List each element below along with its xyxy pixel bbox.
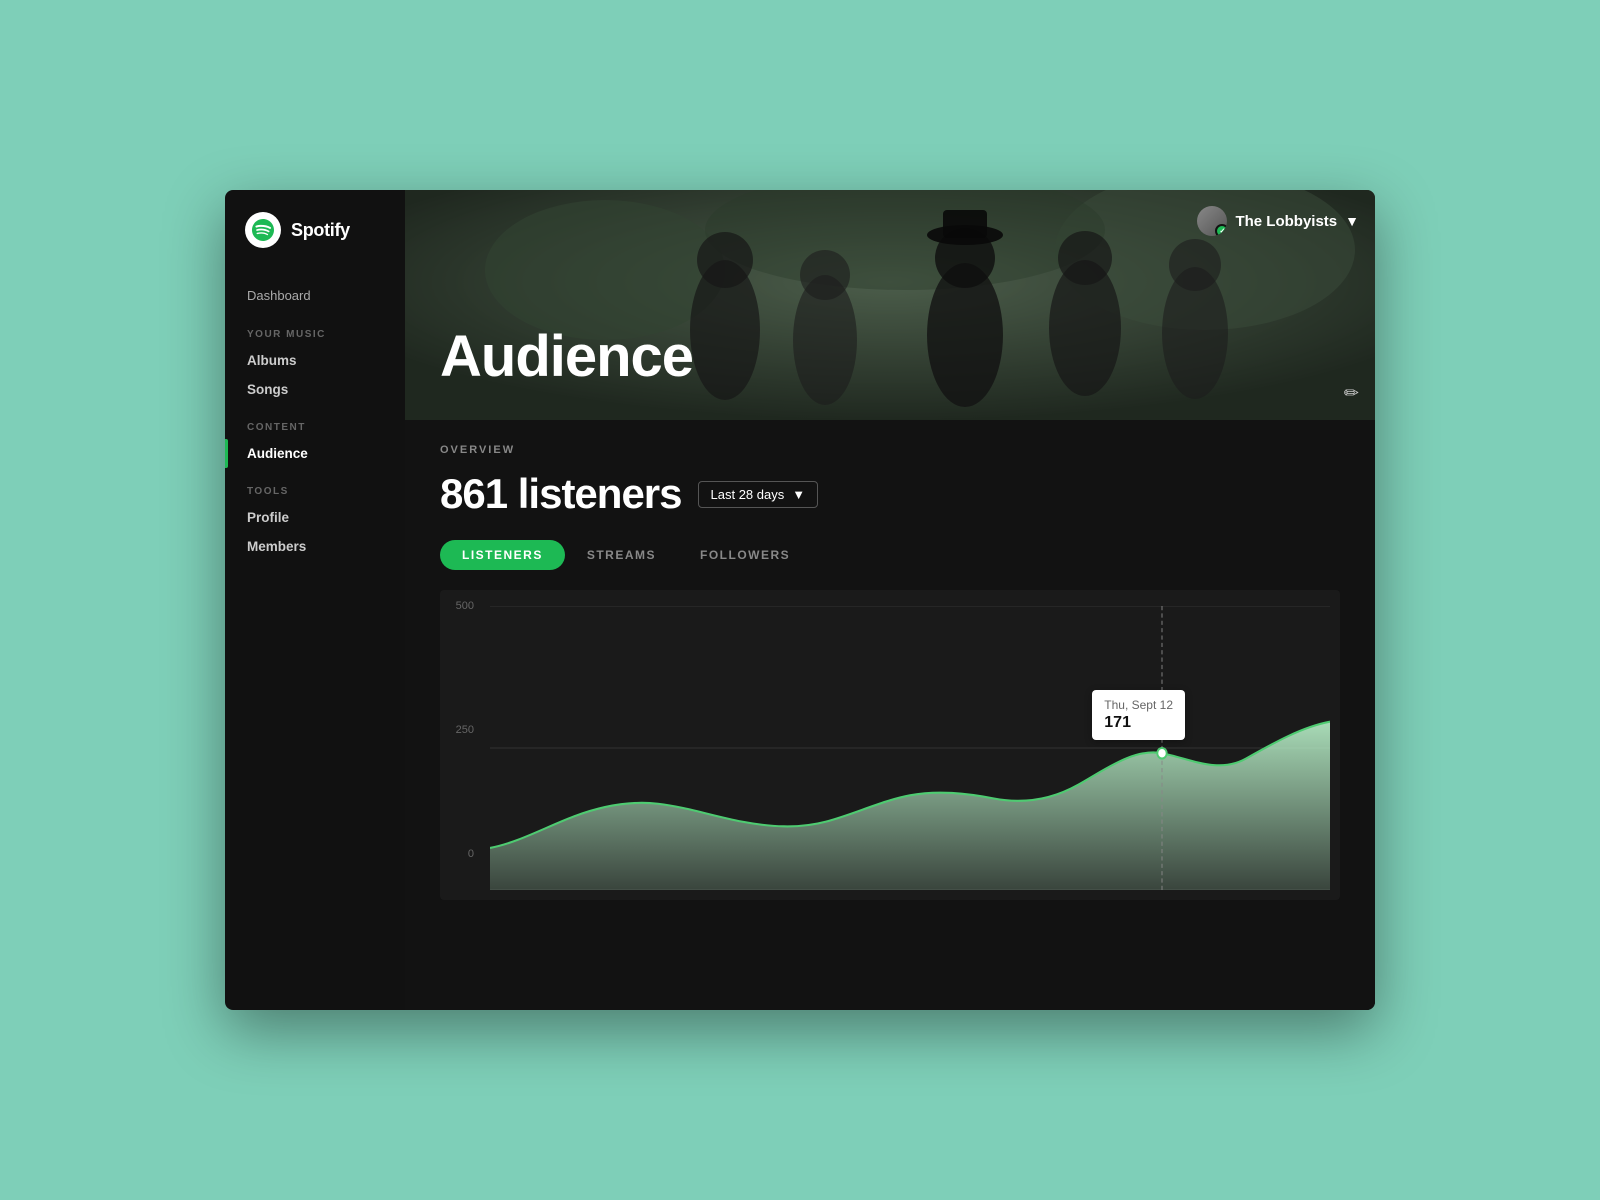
band-selector-area: The Lobbyists ▼	[1197, 206, 1359, 236]
hero-title: Audience	[440, 323, 693, 390]
edit-icon[interactable]: ✏	[1344, 383, 1359, 404]
y-label-0: 0	[440, 848, 480, 860]
listeners-row: 861 listeners Last 28 days ▼	[440, 470, 1340, 518]
y-label-500: 500	[440, 600, 480, 612]
verified-badge	[1215, 224, 1227, 236]
dropdown-chevron-icon: ▼	[792, 487, 805, 502]
sidebar-item-audience[interactable]: Audience	[225, 439, 405, 468]
sidebar-navigation: Dashboard YOUR MUSIC Albums Songs CONTEN…	[225, 270, 405, 1010]
sidebar-section-content: CONTENT	[225, 404, 405, 439]
logo-area[interactable]: Spotify	[225, 190, 405, 270]
sidebar-section-tools: TOOLS	[225, 468, 405, 503]
tab-listeners[interactable]: LISTENERS	[440, 540, 565, 570]
sidebar-item-albums[interactable]: Albums	[225, 346, 405, 375]
sidebar-item-members[interactable]: Members	[225, 532, 405, 561]
band-avatar	[1197, 206, 1227, 236]
chevron-down-icon: ▼	[1345, 213, 1359, 229]
y-axis-labels: 500 250 0	[440, 590, 480, 870]
date-filter-dropdown[interactable]: Last 28 days ▼	[698, 481, 819, 508]
content-body: OVERVIEW 861 listeners Last 28 days ▼ LI…	[405, 420, 1375, 1010]
spotify-logo-icon	[245, 212, 281, 248]
listeners-chart[interactable]	[490, 606, 1330, 890]
tab-followers[interactable]: FOLLOWERS	[678, 540, 812, 570]
sidebar-section-your-music: YOUR MUSIC	[225, 311, 405, 346]
y-label-250: 250	[440, 724, 480, 736]
app-window: Spotify Dashboard YOUR MUSIC Albums Song…	[225, 190, 1375, 1010]
sidebar-item-dashboard[interactable]: Dashboard	[225, 280, 405, 311]
sidebar: Spotify Dashboard YOUR MUSIC Albums Song…	[225, 190, 405, 1010]
band-selector[interactable]: The Lobbyists ▼	[1197, 206, 1359, 236]
main-content: The Lobbyists ▼ Audience ✏ OVERVIEW 861 …	[405, 190, 1375, 1010]
overview-label: OVERVIEW	[440, 444, 1340, 456]
chart-container: 500 250 0	[440, 590, 1340, 900]
tab-streams[interactable]: STREAMS	[565, 540, 678, 570]
date-filter-label: Last 28 days	[711, 487, 785, 502]
sidebar-item-songs[interactable]: Songs	[225, 375, 405, 404]
band-name-label: The Lobbyists	[1235, 213, 1337, 230]
hero-section: The Lobbyists ▼ Audience ✏	[405, 190, 1375, 420]
listeners-count: 861 listeners	[440, 470, 682, 518]
metric-tabs: LISTENERS STREAMS FOLLOWERS	[440, 540, 1340, 570]
sidebar-item-profile[interactable]: Profile	[225, 503, 405, 532]
spotify-wordmark: Spotify	[291, 220, 350, 241]
